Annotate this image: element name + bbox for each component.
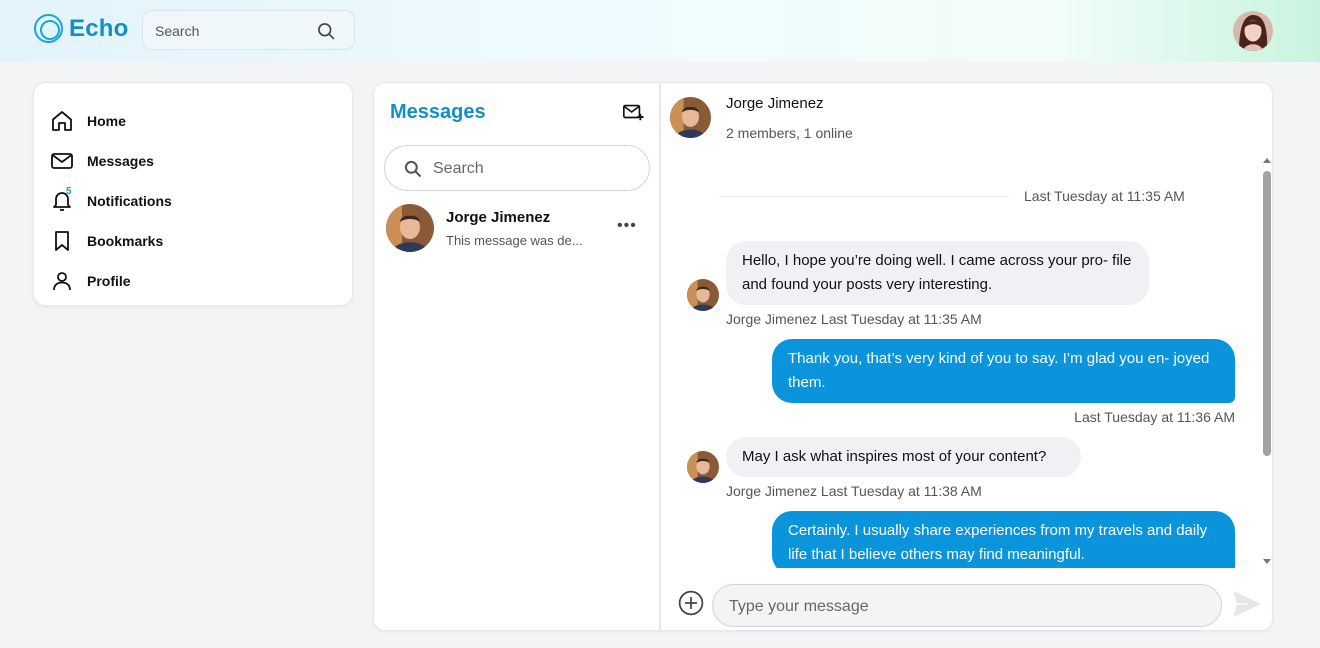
message-composer xyxy=(712,584,1222,627)
sidebar-item-messages[interactable]: Messages xyxy=(50,141,336,181)
chat-contact-name: Jorge Jimenez xyxy=(726,95,824,112)
conversation-list: Messages Jorge Jimenez This message was xyxy=(374,83,661,630)
bell-icon: 5 xyxy=(50,186,74,213)
sidebar-item-label: Notifications xyxy=(87,193,172,209)
brand-logo[interactable]: Echo xyxy=(34,14,128,43)
contact-avatar xyxy=(386,204,434,252)
header-search-input[interactable] xyxy=(155,20,305,42)
add-attachment-icon[interactable] xyxy=(678,590,704,621)
sidebar-nav: Home Messages 5 Notifications Bookmarks … xyxy=(33,82,353,306)
messages-panel: Messages Jorge Jimenez This message was xyxy=(373,82,1273,631)
notification-count-badge: 5 xyxy=(66,186,72,197)
outgoing-message[interactable]: Thank you, that’s very kind of you to sa… xyxy=(772,339,1235,403)
message-timestamp: Jorge Jimenez Last Tuesday at 11:38 AM xyxy=(726,483,982,499)
sidebar-item-label: Messages xyxy=(87,153,154,169)
more-options-icon[interactable]: ••• xyxy=(617,217,637,235)
scrollbar-thumb[interactable] xyxy=(1263,171,1271,456)
top-bar: Echo xyxy=(0,0,1320,62)
message-thread: Last Tuesday at 11:35 AM Hello, I hope y… xyxy=(663,158,1263,568)
home-icon xyxy=(50,109,74,133)
message-timestamp: Jorge Jimenez Last Tuesday at 11:35 AM xyxy=(726,311,982,327)
user-icon xyxy=(50,269,74,293)
contact-name: Jorge Jimenez xyxy=(446,209,551,226)
brand-name: Echo xyxy=(69,14,129,42)
message-input[interactable] xyxy=(729,596,1199,618)
conversation-search-input[interactable] xyxy=(433,158,633,180)
mail-icon xyxy=(50,149,74,173)
chat-window: Jorge Jimenez 2 members, 1 online Last T… xyxy=(663,83,1272,630)
conversation-search xyxy=(384,145,650,191)
incoming-message[interactable]: Hello, I hope you’re doing well. I came … xyxy=(726,241,1149,305)
scroll-up-arrow-icon[interactable] xyxy=(1263,158,1271,163)
sidebar-item-notifications[interactable]: 5 Notifications xyxy=(50,181,336,221)
search-icon xyxy=(403,159,423,184)
send-icon[interactable] xyxy=(1232,590,1262,623)
date-divider-line xyxy=(719,196,1009,197)
conversation-item[interactable]: Jorge Jimenez This message was de... ••• xyxy=(384,201,650,257)
chat-member-status: 2 members, 1 online xyxy=(726,125,853,141)
sidebar-item-profile[interactable]: Profile xyxy=(50,261,336,301)
message-timestamp: Last Tuesday at 11:36 AM xyxy=(1074,409,1235,425)
message-preview: This message was de... xyxy=(446,233,583,248)
chat-avatar[interactable] xyxy=(670,97,711,138)
incoming-message[interactable]: May I ask what inspires most of your con… xyxy=(726,437,1081,477)
search-icon[interactable] xyxy=(316,21,336,46)
header-search xyxy=(142,10,355,50)
messages-title: Messages xyxy=(390,101,486,123)
sender-avatar xyxy=(687,279,719,311)
echo-logo-icon xyxy=(34,14,63,43)
user-avatar[interactable] xyxy=(1233,11,1273,51)
outgoing-message[interactable]: Certainly. I usually share experiences f… xyxy=(772,511,1235,568)
scroll-down-arrow-icon[interactable] xyxy=(1263,559,1271,564)
sender-avatar xyxy=(687,451,719,483)
sidebar-item-label: Home xyxy=(87,113,126,129)
date-divider: Last Tuesday at 11:35 AM xyxy=(1024,188,1185,204)
sidebar-item-label: Bookmarks xyxy=(87,233,164,249)
bookmark-icon xyxy=(50,229,74,253)
sidebar-item-home[interactable]: Home xyxy=(50,101,336,141)
chat-scrollbar[interactable] xyxy=(1261,158,1272,568)
sidebar-item-bookmarks[interactable]: Bookmarks xyxy=(50,221,336,261)
sidebar-item-label: Profile xyxy=(87,273,131,289)
new-message-icon[interactable] xyxy=(622,101,644,128)
